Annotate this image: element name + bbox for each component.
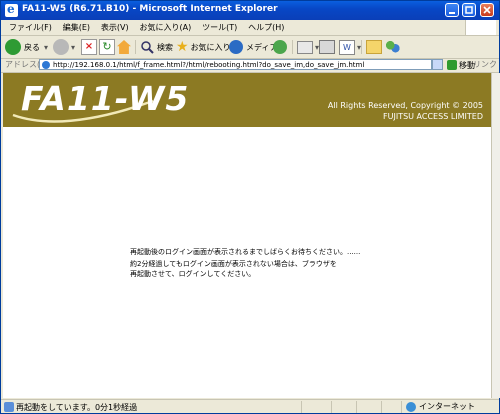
menu-file[interactable]: ファイル(F) [9, 20, 52, 35]
history-button[interactable] [273, 38, 287, 56]
message-line3: 再起動させて、ログインしてください。 [130, 270, 256, 278]
product-logo: FA11-W5 [21, 79, 190, 118]
discuss-button[interactable] [366, 38, 382, 56]
page-content: FA11-W5 All Rights Reserved, Copyright ©… [3, 73, 491, 398]
menu-help[interactable]: ヘルプ(H) [248, 20, 284, 35]
window-title: FA11-W5 (R6.71.B10) - Microsoft Internet… [22, 4, 278, 14]
back-button[interactable]: 戻る ▾ [5, 38, 48, 56]
address-dropdown-icon[interactable] [432, 59, 443, 70]
address-input[interactable]: http://192.168.0.1/html/f_frame.html?/ht… [39, 59, 432, 70]
favorites-button[interactable]: ★ お気に入り [176, 38, 231, 56]
messenger-icon [385, 39, 400, 55]
message-line2: 約2分経過してもログイン画面が表示されない場合は、ブラウザを [130, 260, 337, 268]
folder-icon [366, 40, 382, 54]
home-icon [117, 40, 131, 54]
address-bar: アドレス(D) http://192.168.0.1/html/f_frame.… [1, 58, 499, 73]
mail-button[interactable]: ▾ [297, 38, 319, 56]
windows-logo-icon [465, 20, 496, 35]
search-label: 検索 [157, 42, 173, 52]
status-bar: 再起動をしています。0分1秒経過 インターネット [1, 399, 499, 414]
media-button[interactable]: メディア [229, 38, 277, 56]
links-button[interactable]: リンク [473, 59, 497, 70]
messenger-button[interactable] [385, 38, 400, 56]
maximize-icon [465, 6, 473, 14]
reboot-message: 再起動後のログイン画面が表示されるまでしばらくお待ちください。...... 約2… [130, 247, 360, 279]
copyright: All Rights Reserved, Copyright © 2005 FU… [328, 100, 483, 122]
menu-tools[interactable]: ツール(T) [202, 20, 237, 35]
media-icon [229, 40, 243, 54]
go-button[interactable]: 移動 [447, 59, 475, 71]
favorites-label: お気に入り [190, 42, 231, 52]
globe-icon [406, 401, 416, 412]
history-icon [273, 40, 287, 54]
address-url: http://192.168.0.1/html/f_frame.html?/ht… [53, 61, 365, 69]
back-label: 戻る [24, 42, 40, 52]
zone-label: インターネット [419, 402, 475, 411]
security-zone: インターネット [406, 401, 475, 412]
vertical-scrollbar[interactable] [491, 73, 500, 398]
home-button[interactable] [117, 38, 131, 56]
maximize-button[interactable] [462, 3, 476, 17]
edit-button[interactable]: W ▾ [339, 38, 361, 56]
go-arrow-icon [447, 60, 457, 70]
minimize-icon [449, 12, 455, 14]
menu-view[interactable]: 表示(V) [101, 20, 129, 35]
back-arrow-icon [5, 39, 21, 55]
star-icon: ★ [176, 39, 189, 55]
refresh-button[interactable]: ↻ [99, 38, 115, 56]
menu-favorites[interactable]: お気に入り(A) [139, 20, 191, 35]
menu-edit[interactable]: 編集(E) [63, 20, 90, 35]
search-icon [141, 41, 154, 54]
ie-icon [5, 2, 18, 17]
word-icon: W [339, 39, 355, 55]
message-line1: 再起動後のログイン画面が表示されるまでしばらくお待ちください。...... [130, 248, 361, 256]
close-button[interactable] [480, 3, 494, 17]
refresh-icon: ↻ [99, 39, 115, 55]
stop-button[interactable]: × [81, 38, 97, 56]
copyright-line2: FUJITSU ACCESS LIMITED [383, 112, 483, 121]
forward-dropdown-icon[interactable]: ▾ [71, 43, 75, 52]
header-banner: FA11-W5 All Rights Reserved, Copyright ©… [3, 73, 491, 127]
menu-bar: ファイル(F) 編集(E) 表示(V) お気に入り(A) ツール(T) ヘルプ(… [1, 20, 499, 36]
close-icon [483, 6, 491, 14]
page-icon [42, 61, 50, 69]
loading-page-icon [4, 402, 14, 412]
title-bar: FA11-W5 (R6.71.B10) - Microsoft Internet… [1, 1, 499, 20]
forward-arrow-icon [53, 39, 69, 55]
copyright-line1: All Rights Reserved, Copyright © 2005 [327, 101, 483, 110]
browser-window: FA11-W5 (R6.71.B10) - Microsoft Internet… [0, 0, 500, 414]
search-button[interactable]: 検索 [140, 38, 173, 56]
print-icon [319, 40, 335, 54]
status-text: 再起動をしています。0分1秒経過 [16, 403, 138, 412]
back-dropdown-icon[interactable]: ▾ [44, 43, 48, 52]
forward-button[interactable]: ▾ [53, 38, 75, 56]
minimize-button[interactable] [445, 3, 459, 17]
toolbar: 戻る ▾ ▾ × ↻ 検索 ★ お気に入り メディア ▾ W ▾ [1, 36, 499, 59]
stop-icon: × [81, 39, 97, 55]
print-button[interactable] [319, 38, 335, 56]
mail-icon [297, 40, 313, 54]
